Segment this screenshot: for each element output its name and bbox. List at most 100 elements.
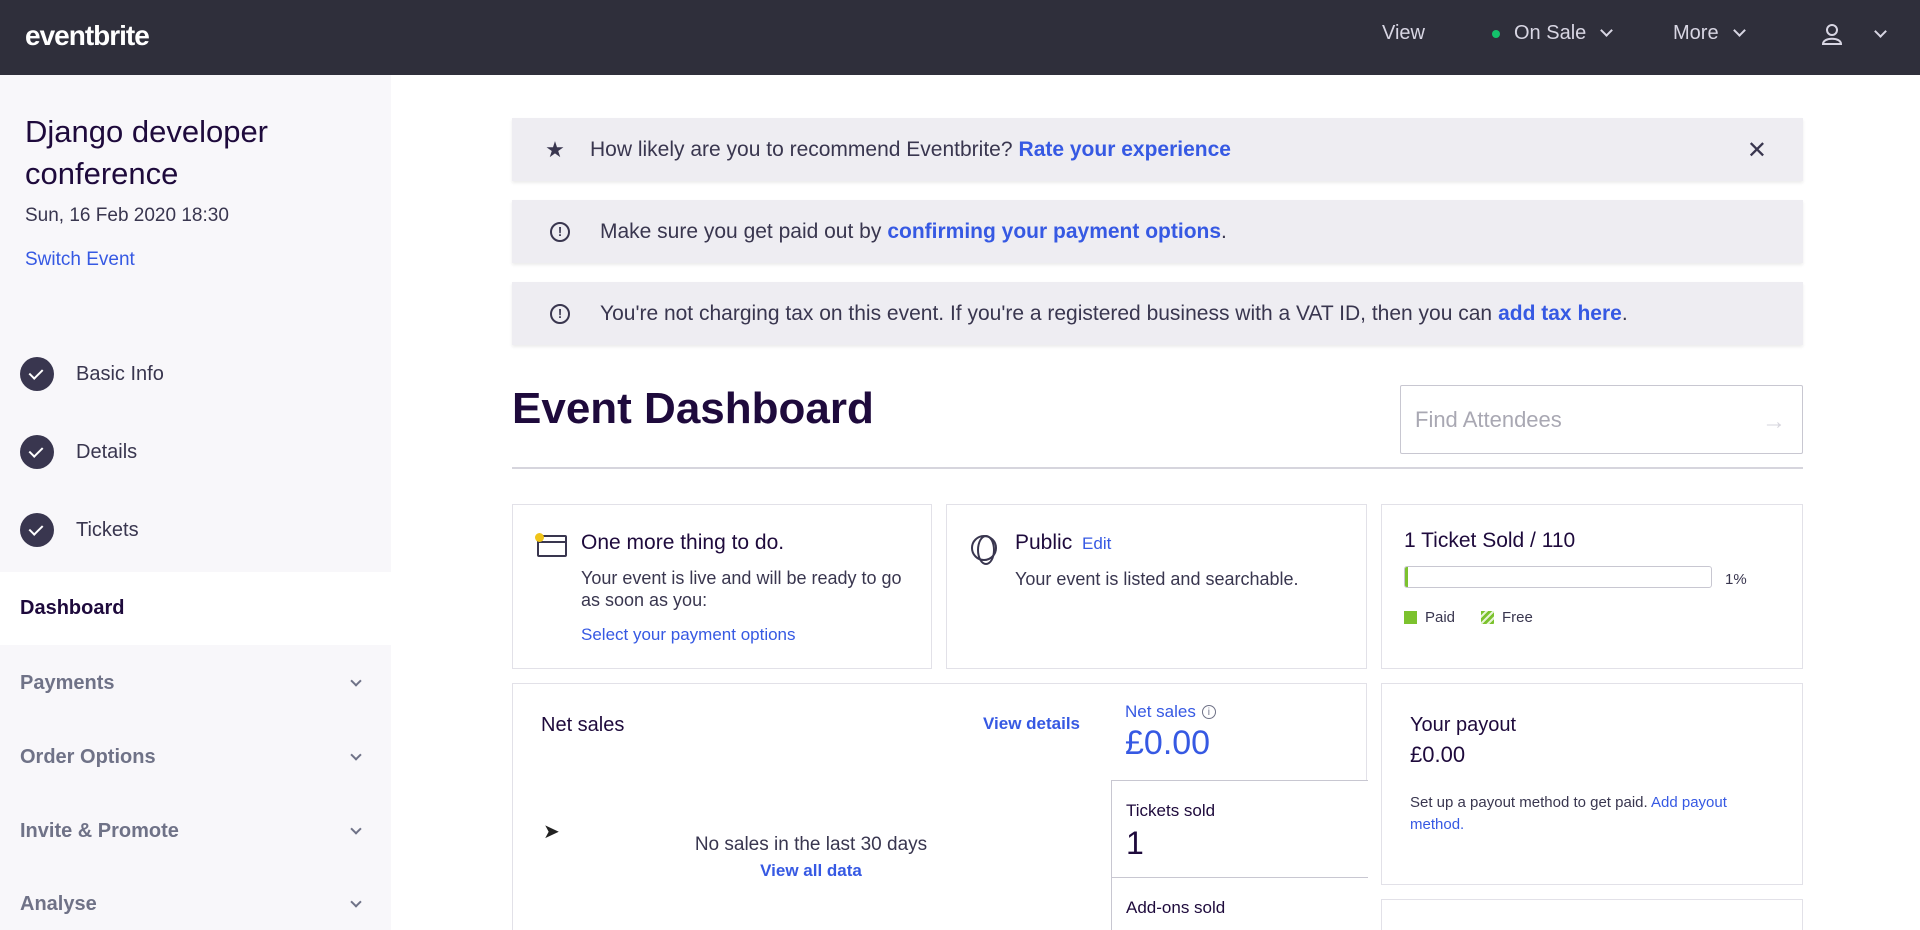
chevron-down-icon <box>350 674 362 687</box>
close-icon[interactable]: ✕ <box>1747 136 1767 165</box>
net-sales-metric-label: Net sales i <box>1125 702 1216 722</box>
top-bar: eventbrite View On Sale More <box>0 0 1920 75</box>
add-tax-link[interactable]: add tax here <box>1498 302 1622 326</box>
tickets-sold-metric: Tickets sold 1 <box>1111 780 1368 878</box>
chevron-down-icon <box>1600 24 1614 37</box>
check-icon <box>20 357 54 391</box>
notification-dot-icon <box>535 533 544 542</box>
view-all-data-link[interactable]: View all data <box>541 861 1081 881</box>
sidebar-item-label: Details <box>76 440 138 463</box>
sidebar-item-order-options[interactable]: Order Options <box>20 746 362 769</box>
legend-paid-label: Paid <box>1425 609 1456 626</box>
tax-banner: ! You're not charging tax on this event.… <box>512 282 1803 345</box>
view-label: View <box>1382 22 1425 44</box>
chevron-down-icon <box>350 748 362 761</box>
banner-text-end: . <box>1221 219 1227 243</box>
status-dropdown[interactable]: On Sale <box>1492 22 1614 45</box>
chevron-down-icon <box>350 822 362 835</box>
find-attendees-placeholder: Find Attendees <box>1415 406 1562 432</box>
sidebar-item-label: Invite & Promote <box>20 820 179 842</box>
confirm-payment-options-link[interactable]: confirming your payment options <box>887 220 1221 244</box>
info-icon: ! <box>550 221 570 242</box>
todo-title: One more thing to do. <box>581 531 785 554</box>
public-card: Public Edit Your event is listed and sea… <box>946 504 1367 669</box>
payout-title: Your payout <box>1410 714 1517 736</box>
view-link[interactable]: View <box>1382 22 1425 45</box>
sidebar-item-details[interactable]: Details <box>20 435 137 469</box>
net-sales-value: £0.00 <box>1125 724 1211 762</box>
todo-card: One more thing to do. Your event is live… <box>512 504 932 669</box>
addons-sold-label: Add-ons sold <box>1126 898 1226 917</box>
chevron-down-icon <box>1732 24 1746 37</box>
status-label: On Sale <box>1514 22 1587 44</box>
legend-paid: Paid <box>1404 609 1455 626</box>
public-body: Your event is listed and searchable. <box>1015 569 1299 589</box>
more-dropdown[interactable]: More <box>1673 22 1746 45</box>
payout-card: Your payout £0.00 Set up a payout method… <box>1381 683 1803 885</box>
paid-swatch-icon <box>1404 611 1417 624</box>
banner-text: You're not charging tax on this event. I… <box>600 301 1493 325</box>
tickets-percent: 1% <box>1725 571 1747 588</box>
globe-icon <box>971 535 997 565</box>
page-title: Event Dashboard <box>512 384 874 433</box>
event-date: Sun, 16 Feb 2020 18:30 <box>25 205 229 226</box>
banner-text-end: . <box>1621 301 1628 325</box>
more-label: More <box>1673 22 1719 44</box>
todo-body: Your event is live and will be ready to … <box>581 568 902 610</box>
user-icon <box>1821 24 1843 45</box>
info-icon[interactable]: i <box>1201 705 1216 719</box>
star-icon: ★ <box>545 136 565 162</box>
rate-experience-link[interactable]: Rate your experience <box>1019 138 1231 162</box>
eventbrite-logo[interactable]: eventbrite <box>25 20 150 52</box>
sidebar-item-payments[interactable]: Payments <box>20 672 362 695</box>
legend-free-label: Free <box>1502 609 1533 626</box>
sidebar-item-dashboard[interactable]: Dashboard <box>0 572 391 645</box>
status-dot-icon <box>1492 29 1500 38</box>
net-sales-label-text: Net sales <box>1125 702 1196 721</box>
sidebar-item-label: Tickets <box>76 518 139 541</box>
payout-body: Set up a payout method to get paid. Add … <box>1410 792 1780 836</box>
switch-event-link[interactable]: Switch Event <box>25 249 135 271</box>
edit-visibility-link[interactable]: Edit <box>1082 534 1111 553</box>
arrow-right-icon[interactable]: → <box>1762 408 1786 436</box>
banner-text: How likely are you to recommend Eventbri… <box>590 137 1013 161</box>
event-title: Django developer conference <box>25 114 269 191</box>
next-card <box>1381 899 1803 930</box>
tickets-progress-bar <box>1404 566 1712 588</box>
no-sales-message: No sales in the last 30 days <box>694 834 928 855</box>
sidebar-item-label: Analyse <box>20 893 97 915</box>
addons-sold-metric: Add-ons sold <box>1111 877 1368 930</box>
legend-free: Free <box>1481 609 1533 626</box>
chevron-down-icon <box>350 895 362 908</box>
check-icon <box>20 435 54 469</box>
payout-body-text: Set up a payout method to get paid. <box>1410 794 1648 811</box>
net-sales-title: Net sales <box>541 714 625 736</box>
check-icon <box>20 513 54 547</box>
banner-text: Make sure you get paid out by <box>600 219 882 243</box>
sidebar-item-label: Payments <box>20 672 115 694</box>
user-menu[interactable] <box>1820 22 1887 46</box>
tickets-sold-title: 1 Ticket Sold / 110 <box>1404 529 1576 552</box>
rate-experience-banner: ★ How likely are you to recommend Eventb… <box>512 118 1803 181</box>
sidebar-item-invite-promote[interactable]: Invite & Promote <box>20 820 362 843</box>
divider <box>512 467 1803 469</box>
select-payment-options-link[interactable]: Select your payment options <box>581 625 796 645</box>
tickets-sold-value: 1 <box>1126 825 1144 861</box>
public-label: Public <box>1015 531 1073 554</box>
payout-value: £0.00 <box>1410 742 1466 767</box>
sidebar-item-basic-info[interactable]: Basic Info <box>20 357 164 391</box>
public-title: Public Edit <box>1015 531 1111 555</box>
tickets-progress-fill <box>1405 567 1409 587</box>
sidebar-item-label: Order Options <box>20 746 156 768</box>
sidebar-item-tickets[interactable]: Tickets <box>20 513 139 547</box>
find-attendees-input[interactable]: Find Attendees → <box>1400 385 1803 454</box>
view-details-link[interactable]: View details <box>983 714 1080 734</box>
sidebar: Django developer conference Sun, 16 Feb … <box>0 75 391 930</box>
tickets-sold-label: Tickets sold <box>1126 801 1216 820</box>
free-swatch-icon <box>1481 611 1494 624</box>
chevron-down-icon <box>1874 24 1887 38</box>
info-icon: ! <box>550 303 570 324</box>
net-sales-card: Net sales View details ➤ No sales in the… <box>512 683 1368 930</box>
sidebar-item-analyse[interactable]: Analyse <box>20 893 362 916</box>
sidebar-item-label: Basic Info <box>76 362 164 385</box>
